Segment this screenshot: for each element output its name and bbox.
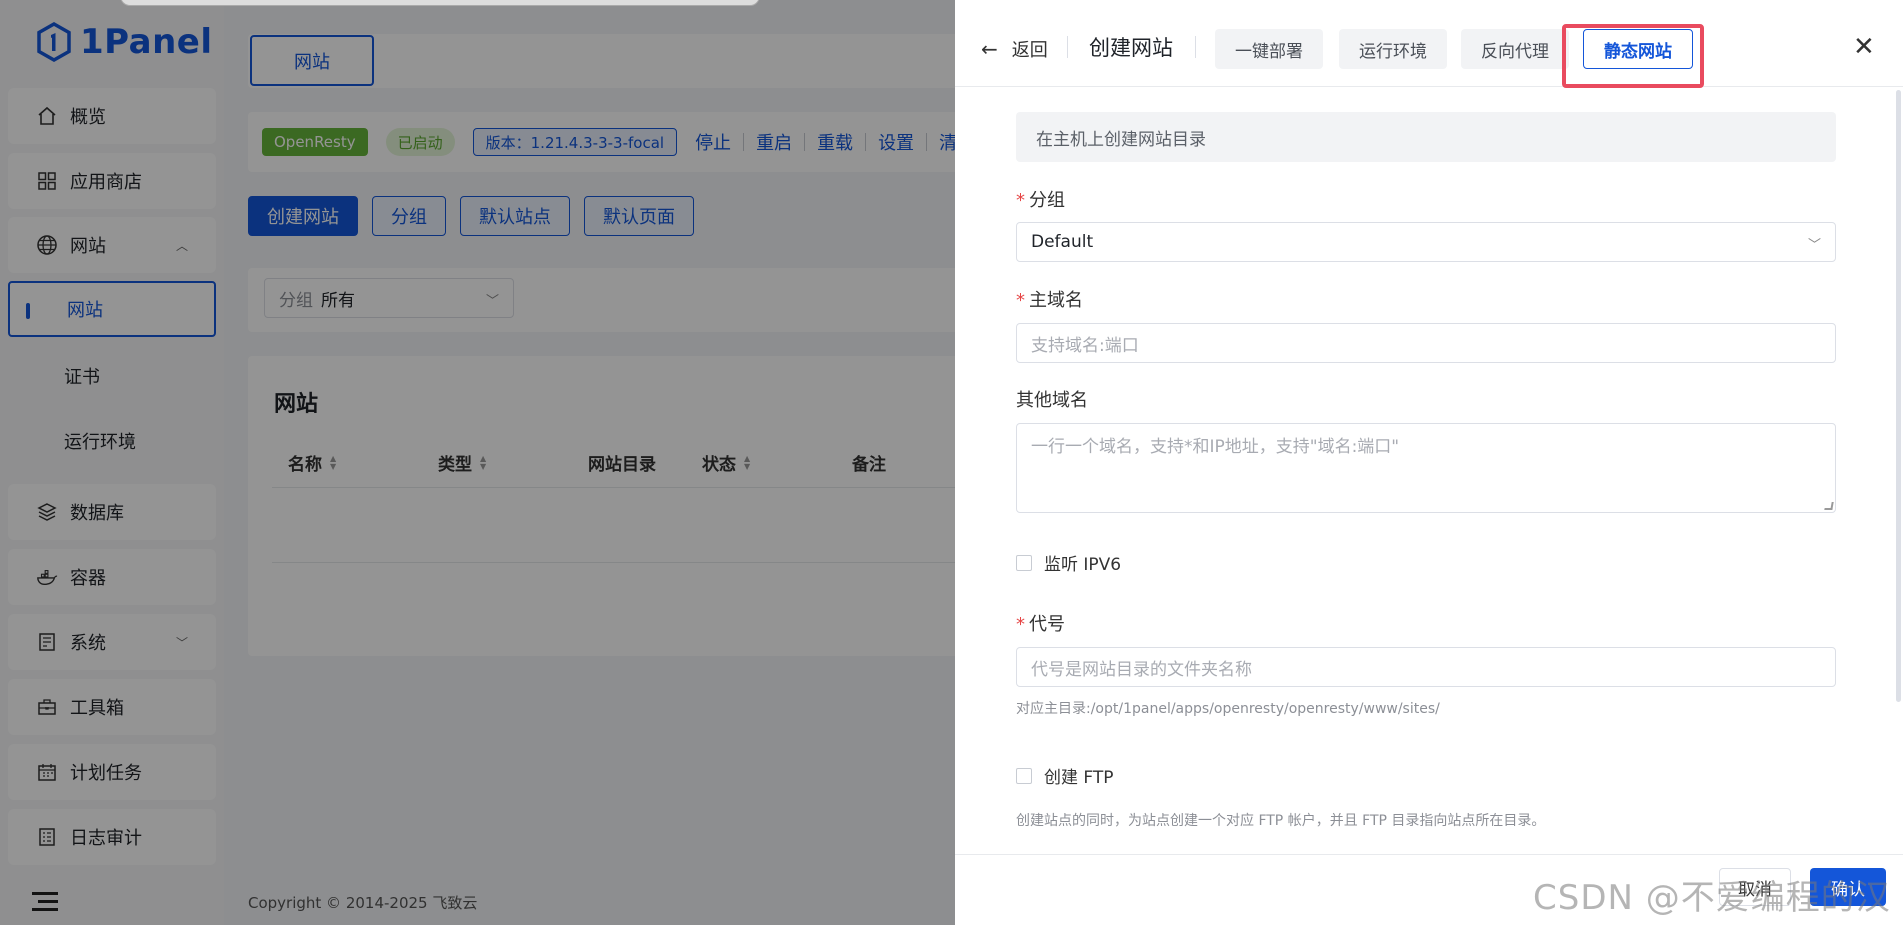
label-text: 分组 [1029, 190, 1065, 211]
divider [1195, 36, 1196, 58]
primary-domain-input[interactable]: 支持域名:端口 [1016, 323, 1836, 363]
label-text: 代号 [1029, 614, 1065, 635]
cancel-button[interactable]: 取消 [1719, 868, 1791, 906]
modal-overlay[interactable] [0, 0, 955, 925]
other-domains-label: 其他域名 [1016, 390, 1088, 411]
textarea-placeholder: 一行一个域名，支持*和IP地址，支持"域名:端口" [1031, 437, 1400, 457]
back-button[interactable]: ← 返回 [981, 36, 1048, 62]
ftp-hint: 创建站点的同时，为站点创建一个对应 FTP 帐户，并且 FTP 目录指向站点所在… [1016, 813, 1546, 829]
info-alert: 在主机上创建网站目录 [1016, 112, 1836, 162]
create-website-drawer: ← 返回 创建网站 一键部署 运行环境 反向代理 静态网站 ✕ 在主机上创建网站… [955, 0, 1903, 925]
checkbox[interactable] [1016, 767, 1032, 784]
alias-input[interactable]: 代号是网站目录的文件夹名称 [1016, 647, 1836, 687]
drawer-title: 创建网站 [1089, 36, 1173, 60]
browser-address-bar [120, 0, 760, 6]
primary-domain-label: * 主域名 [1016, 290, 1083, 311]
alias-label: * 代号 [1016, 614, 1065, 635]
checkbox[interactable] [1016, 554, 1032, 571]
chevron-down-icon: ﹀ [1807, 238, 1821, 253]
tab-one-click-deploy[interactable]: 一键部署 [1215, 29, 1323, 69]
listen-ipv6-checkbox[interactable]: 监听 IPV6 [1016, 550, 1121, 575]
close-icon[interactable]: ✕ [1853, 34, 1875, 60]
confirm-button[interactable]: 确认 [1810, 868, 1886, 906]
group-value: Default [1031, 232, 1094, 252]
drawer-footer-divider [955, 854, 1903, 855]
label-text: 主域名 [1029, 290, 1083, 311]
alias-hint: 对应主目录:/opt/1panel/apps/openresty/openres… [1016, 701, 1440, 717]
create-ftp-checkbox[interactable]: 创建 FTP [1016, 763, 1114, 788]
divider [1067, 36, 1068, 58]
tab-static-website[interactable]: 静态网站 [1583, 29, 1693, 69]
tab-reverse-proxy[interactable]: 反向代理 [1461, 29, 1569, 69]
group-select[interactable]: Default ﹀ [1016, 222, 1836, 262]
back-label: 返回 [1011, 40, 1048, 61]
resize-handle-icon[interactable] [1824, 502, 1834, 510]
arrow-left-icon: ← [981, 37, 998, 61]
tab-runtime[interactable]: 运行环境 [1339, 29, 1447, 69]
checkbox-label: 监听 IPV6 [1044, 555, 1122, 575]
other-domains-textarea[interactable]: 一行一个域名，支持*和IP地址，支持"域名:端口" [1016, 423, 1836, 513]
scrollbar[interactable] [1896, 90, 1901, 702]
checkbox-label: 创建 FTP [1044, 768, 1114, 788]
group-label: * 分组 [1016, 190, 1065, 211]
